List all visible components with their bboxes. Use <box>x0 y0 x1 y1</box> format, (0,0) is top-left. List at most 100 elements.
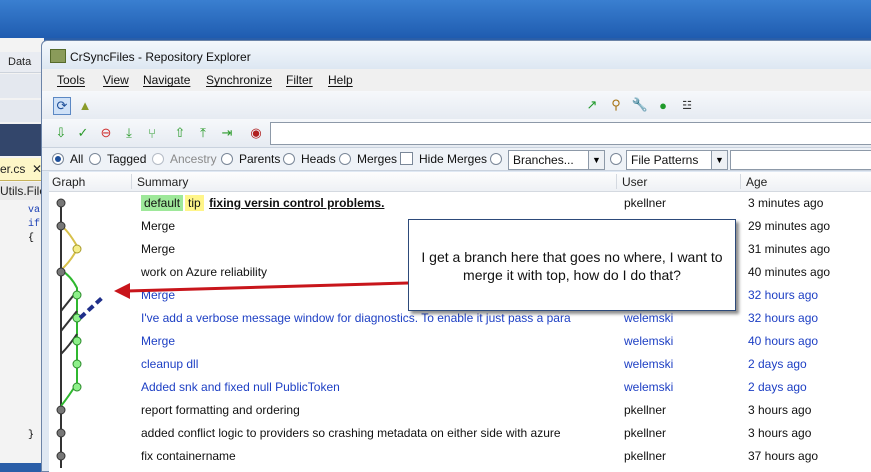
age-cell: 29 minutes ago <box>748 219 831 233</box>
commit-toolbar: ⇩ ✓ ⊖ ⤓ ⑂ ⇧ ⤒ ⇥ ◉ <box>42 119 871 148</box>
filter-parents-radio[interactable] <box>221 153 233 165</box>
column-header-summary[interactable]: Summary <box>137 175 188 189</box>
filter-tagged-radio[interactable] <box>89 153 101 165</box>
background-toolbar-2 <box>0 100 44 122</box>
code-line: if <box>28 219 41 230</box>
age-cell: 40 minutes ago <box>748 265 831 279</box>
menu-bar: Tools View Navigate Synchronize Filter H… <box>42 69 871 91</box>
user-cell: pkellner <box>624 449 667 463</box>
menu-view[interactable]: View <box>103 73 129 87</box>
summary-cell: Merge <box>141 242 176 256</box>
filter-bar: All Tagged Ancestry Parents Heads Merges… <box>42 148 871 171</box>
menu-synchronize[interactable]: Synchronize <box>206 73 272 87</box>
download-icon[interactable]: ⤓ <box>121 125 137 141</box>
file-patterns-input[interactable] <box>730 150 871 170</box>
background-toolbar <box>0 74 44 98</box>
upload-icon[interactable]: ⤒ <box>195 125 211 141</box>
menu-tools[interactable]: Tools <box>57 73 85 87</box>
table-row[interactable]: cleanup dll welemski 2 days ago <box>49 352 871 375</box>
hide-merges-label: Hide Merges <box>419 152 488 166</box>
arrow-up-icon[interactable]: ⇧ <box>172 125 188 141</box>
menu-help[interactable]: Help <box>328 73 353 87</box>
filter-heads-radio[interactable] <box>283 153 295 165</box>
summary-cell: Merge <box>141 288 176 302</box>
background-file-tab[interactable]: er.cs ✕ <box>0 158 44 181</box>
annotation-callout: I get a branch here that goes no where, … <box>408 219 736 311</box>
filter-heads-label: Heads <box>301 152 336 166</box>
app-icon <box>50 49 66 63</box>
table-row[interactable]: report formatting and ordering pkellner … <box>49 398 871 421</box>
table-row[interactable]: Merge welemski 40 hours ago <box>49 329 871 352</box>
chevron-down-icon[interactable]: ▼ <box>588 151 604 169</box>
repository-icon[interactable]: ▲ <box>77 97 93 113</box>
code-line: { <box>28 233 35 244</box>
user-cell: welemski <box>624 334 674 348</box>
age-cell: 2 days ago <box>748 380 807 394</box>
summary-cell: added conflict logic to providers so cra… <box>141 426 561 440</box>
column-header-user[interactable]: User <box>622 175 647 189</box>
filter-patterns-radio[interactable] <box>610 153 622 165</box>
file-patterns-dropdown-value: File Patterns <box>631 153 699 167</box>
summary-cell: report formatting and ordering <box>141 403 300 417</box>
callout-text: I get a branch here that goes no where, … <box>421 249 723 283</box>
summary-cell: work on Azure reliability <box>141 265 268 279</box>
column-divider[interactable] <box>616 174 617 189</box>
user-cell: pkellner <box>624 426 667 440</box>
background-menu-data[interactable]: Data <box>8 56 31 68</box>
check-icon[interactable]: ✓ <box>75 125 91 141</box>
background-panel <box>0 124 44 156</box>
sort-icon[interactable]: ☳ <box>679 97 695 113</box>
push-icon[interactable]: ⇥ <box>219 125 235 141</box>
stop-icon[interactable]: ⊖ <box>98 125 114 141</box>
age-cell: 3 hours ago <box>748 426 812 440</box>
filter-ancestry-label: Ancestry <box>170 152 217 166</box>
column-header-graph[interactable]: Graph <box>52 175 85 189</box>
grid-header: Graph Summary User Age <box>49 172 871 192</box>
filter-branch-radio[interactable] <box>490 153 502 165</box>
filter-merges-label: Merges <box>357 152 398 166</box>
chevron-down-icon[interactable]: ▼ <box>711 151 727 169</box>
wrench-icon[interactable]: 🔧 <box>632 97 648 113</box>
age-cell: 3 hours ago <box>748 403 812 417</box>
table-row[interactable]: fix containername pkellner 37 hours ago <box>49 444 871 467</box>
table-row[interactable]: Added snk and fixed null PublicToken wel… <box>49 375 871 398</box>
desktop-background <box>0 0 871 38</box>
title-bar[interactable]: CrSyncFiles - Repository Explorer <box>42 41 871 69</box>
column-divider[interactable] <box>131 174 132 189</box>
tag-tip: tip <box>185 195 204 211</box>
filter-all-label: All <box>70 152 84 166</box>
column-header-age[interactable]: Age <box>746 175 767 189</box>
user-cell: welemski <box>624 311 674 325</box>
menu-filter[interactable]: Filter <box>286 73 313 87</box>
background-file-tab-label: er.cs <box>0 162 26 176</box>
background-menu: Data <box>0 52 44 73</box>
record-icon[interactable]: ◉ <box>248 125 264 141</box>
filter-ancestry-radio[interactable] <box>152 153 164 165</box>
table-row[interactable]: default tip fixing versin control problem… <box>49 191 871 214</box>
arrow-up-right-icon[interactable]: ↗ <box>584 97 600 113</box>
revision-grid: Graph Summary User Age default tip fixin… <box>49 172 871 472</box>
search-icon[interactable]: ⚲ <box>608 97 624 113</box>
age-cell: 31 minutes ago <box>748 242 831 256</box>
table-row[interactable]: added conflict logic to providers so cra… <box>49 421 871 444</box>
age-cell: 40 hours ago <box>748 334 819 348</box>
globe-icon[interactable]: ● <box>655 97 671 113</box>
refresh-icon[interactable]: ⟳ <box>53 97 71 115</box>
summary-cell: cleanup dll <box>141 357 199 371</box>
revision-input[interactable] <box>270 122 871 145</box>
branches-dropdown[interactable]: Branches... ▼ <box>508 150 605 170</box>
arrow-down-icon[interactable]: ⇩ <box>53 125 69 141</box>
merge-icon[interactable]: ⑂ <box>144 125 160 141</box>
code-line: } <box>28 430 35 441</box>
filter-all-radio[interactable] <box>52 153 64 165</box>
summary-cell: I've add a verbose message window for di… <box>141 311 571 325</box>
hide-merges-checkbox[interactable] <box>400 152 413 165</box>
filter-merges-radio[interactable] <box>339 153 351 165</box>
summary-cell: fix containername <box>141 449 236 463</box>
summary-cell: Merge <box>141 334 176 348</box>
file-patterns-dropdown[interactable]: File Patterns ▼ <box>626 150 728 170</box>
menu-navigate[interactable]: Navigate <box>143 73 190 87</box>
column-divider[interactable] <box>740 174 741 189</box>
background-file-tab-2[interactable]: Utils.File <box>0 182 46 200</box>
filter-parents-label: Parents <box>239 152 281 166</box>
